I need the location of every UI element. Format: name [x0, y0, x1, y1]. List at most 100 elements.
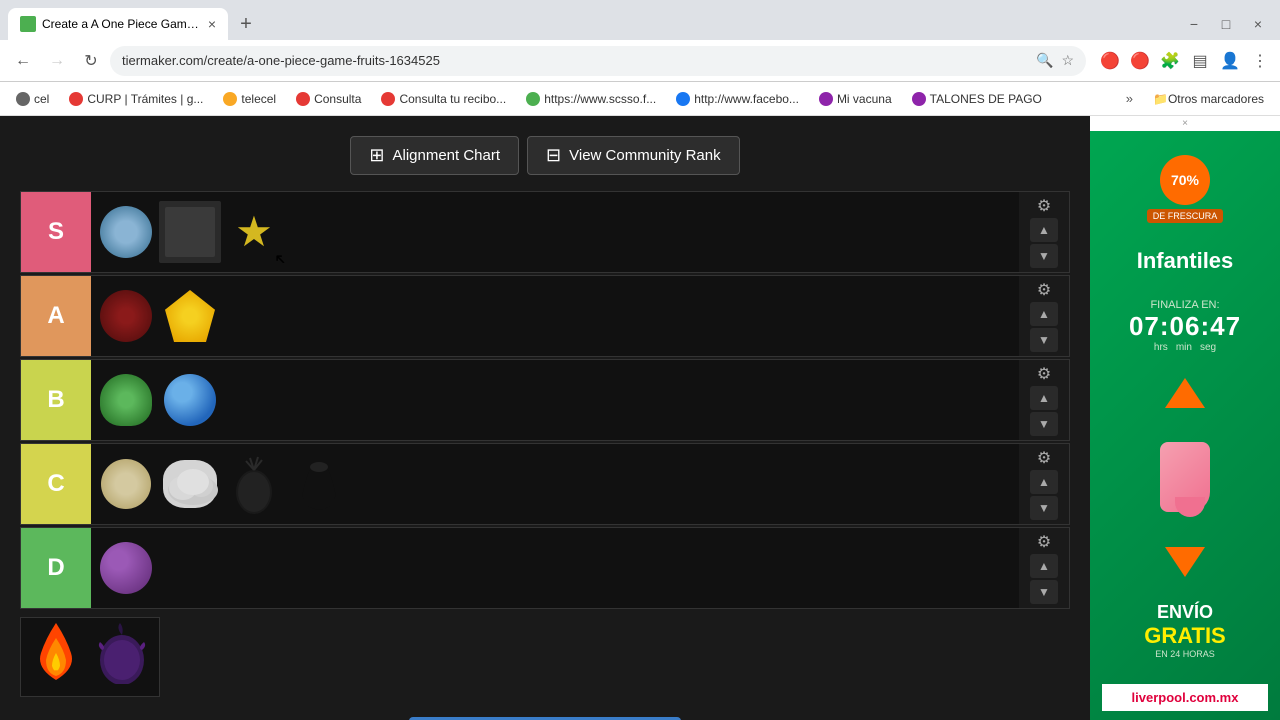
- extension-1[interactable]: 🔴: [1098, 49, 1122, 73]
- bookmarks-more-button[interactable]: »: [1118, 89, 1141, 108]
- browser-extension-icons: 🔴 🔴 🧩 ▤ 👤 ⋮: [1098, 49, 1272, 73]
- tier-up-button[interactable]: ▲: [1030, 218, 1058, 242]
- list-item[interactable]: [95, 537, 157, 599]
- bookmark-consulta[interactable]: Consulta: [288, 90, 369, 108]
- tier-down-button[interactable]: ▼: [1030, 328, 1058, 352]
- bookmark-scsso[interactable]: https://www.scsso.f...: [518, 90, 664, 108]
- tier-up-button[interactable]: ▲: [1030, 470, 1058, 494]
- ad-panel: × 70% DE FRESCURA Infantiles FINALIZA EN…: [1090, 116, 1280, 720]
- tier-up-button[interactable]: ▲: [1030, 302, 1058, 326]
- list-item[interactable]: [95, 201, 157, 263]
- extension-2[interactable]: 🔴: [1128, 49, 1152, 73]
- forward-button[interactable]: →: [42, 46, 72, 76]
- back-button[interactable]: ←: [8, 46, 38, 76]
- ad-badge-section: 70% DE FRESCURA: [1147, 155, 1224, 223]
- tier-down-button[interactable]: ▼: [1030, 412, 1058, 436]
- list-item[interactable]: [25, 622, 87, 684]
- ad-percent: 70%: [1171, 172, 1199, 188]
- bookmark-favicon: [16, 92, 30, 106]
- new-tab-button[interactable]: +: [232, 10, 260, 38]
- list-item[interactable]: [223, 453, 285, 515]
- bookmark-vacuna[interactable]: Mi vacuna: [811, 90, 900, 108]
- bookmark-telecel[interactable]: telecel: [215, 90, 284, 108]
- extension-3[interactable]: 🧩: [1158, 49, 1182, 73]
- tier-up-button[interactable]: ▲: [1030, 554, 1058, 578]
- ad-badge-subtitle: DE FRESCURA: [1147, 209, 1224, 223]
- alignment-chart-button[interactable]: ⊞ Alignment Chart: [350, 136, 519, 175]
- tier-items-C[interactable]: [91, 444, 1019, 524]
- main-content: ⊞ Alignment Chart ⊟ View Community Rank …: [0, 116, 1090, 720]
- reload-button[interactable]: ↻: [76, 46, 106, 76]
- alignment-chart-label: Alignment Chart: [392, 147, 500, 164]
- tier-down-button[interactable]: ▼: [1030, 244, 1058, 268]
- community-rank-icon: ⊟: [546, 145, 561, 166]
- list-item[interactable]: [287, 453, 349, 515]
- tier-up-button[interactable]: ▲: [1030, 386, 1058, 410]
- address-text: tiermaker.com/create/a-one-piece-game-fr…: [122, 53, 1036, 68]
- bookmark-label: https://www.scsso.f...: [544, 92, 656, 106]
- list-item[interactable]: [159, 369, 221, 431]
- search-icon[interactable]: 🔍: [1036, 52, 1053, 69]
- ad-footer[interactable]: liverpool.com.mx: [1102, 684, 1268, 711]
- profile-icon[interactable]: 👤: [1218, 49, 1242, 73]
- navigation-bar: ← → ↻ tiermaker.com/create/a-one-piece-g…: [0, 40, 1280, 82]
- list-item[interactable]: [95, 285, 157, 347]
- cursor-indicator: ↖: [274, 250, 285, 263]
- bookmark-label: Consulta tu recibo...: [399, 92, 506, 106]
- bookmark-folder-otros[interactable]: 📁 Otros marcadores: [1145, 90, 1272, 108]
- address-bar[interactable]: tiermaker.com/create/a-one-piece-game-fr…: [110, 46, 1086, 76]
- active-tab[interactable]: Create a A One Piece Game Fruit... ×: [8, 8, 228, 40]
- tier-B-text: B: [47, 386, 64, 414]
- bookmark-cel[interactable]: cel: [8, 90, 57, 108]
- tier-down-button[interactable]: ▼: [1030, 580, 1058, 604]
- ad-timer: 07:06:47: [1129, 311, 1241, 342]
- tier-settings-icon[interactable]: ⚙: [1037, 280, 1051, 300]
- list-item[interactable]: [159, 453, 221, 515]
- folder-icon: 📁: [1153, 92, 1168, 106]
- unit-min: min: [1176, 342, 1192, 353]
- bookmark-label: Otros marcadores: [1168, 92, 1264, 106]
- bookmark-recibo[interactable]: Consulta tu recibo...: [373, 90, 514, 108]
- ad-badge-text: 70%: [1171, 172, 1199, 188]
- black-vase-fruit-icon: [291, 453, 346, 515]
- close-window-button[interactable]: ×: [1244, 10, 1272, 38]
- tier-row-C: C: [20, 443, 1070, 525]
- tier-items-S[interactable]: ★ ↖: [91, 192, 1019, 272]
- bookmark-star-icon[interactable]: ☆: [1061, 52, 1074, 69]
- bookmark-favicon: [526, 92, 540, 106]
- bookmark-talones[interactable]: TALONES DE PAGO: [904, 90, 1050, 108]
- tier-controls-D: ⚙ ▲ ▼: [1019, 528, 1069, 608]
- menu-icon[interactable]: ⋮: [1248, 49, 1272, 73]
- list-item[interactable]: [91, 622, 153, 684]
- list-item[interactable]: [95, 453, 157, 515]
- tier-items-B[interactable]: [91, 360, 1019, 440]
- bookmark-facebook[interactable]: http://www.facebo...: [668, 90, 807, 108]
- purple-ball-fruit-icon: [100, 542, 152, 594]
- community-rank-button[interactable]: ⊟ View Community Rank: [527, 136, 740, 175]
- ad-envio-label: ENVÍO: [1144, 602, 1225, 623]
- tier-settings-icon[interactable]: ⚙: [1037, 532, 1051, 552]
- bookmark-label: CURP | Trámites | g...: [87, 92, 203, 106]
- tab-close-btn[interactable]: ×: [208, 16, 216, 32]
- tier-items-A[interactable]: [91, 276, 1019, 356]
- maximize-button[interactable]: □: [1212, 10, 1240, 38]
- tier-row-D: D ⚙ ▲ ▼: [20, 527, 1070, 609]
- unranked-area[interactable]: [20, 617, 1070, 697]
- tier-items-D[interactable]: [91, 528, 1019, 608]
- list-item[interactable]: [159, 201, 221, 263]
- star-fruit-icon: ★: [235, 211, 273, 253]
- tier-row-B: B ⚙ ▲ ▼: [20, 359, 1070, 441]
- ad-triangle-down-icon: [1165, 547, 1205, 577]
- dark-red-fruit-icon: [100, 290, 152, 342]
- tier-settings-icon[interactable]: ⚙: [1037, 448, 1051, 468]
- sidebar-icon[interactable]: ▤: [1188, 49, 1212, 73]
- list-item[interactable]: [159, 285, 221, 347]
- list-item[interactable]: [95, 369, 157, 431]
- minimize-button[interactable]: −: [1180, 10, 1208, 38]
- tier-controls-A: ⚙ ▲ ▼: [1019, 276, 1069, 356]
- list-item[interactable]: ★ ↖: [223, 201, 285, 263]
- tier-settings-icon[interactable]: ⚙: [1037, 196, 1051, 216]
- tier-down-button[interactable]: ▼: [1030, 496, 1058, 520]
- bookmark-curp[interactable]: CURP | Trámites | g...: [61, 90, 211, 108]
- tier-settings-icon[interactable]: ⚙: [1037, 364, 1051, 384]
